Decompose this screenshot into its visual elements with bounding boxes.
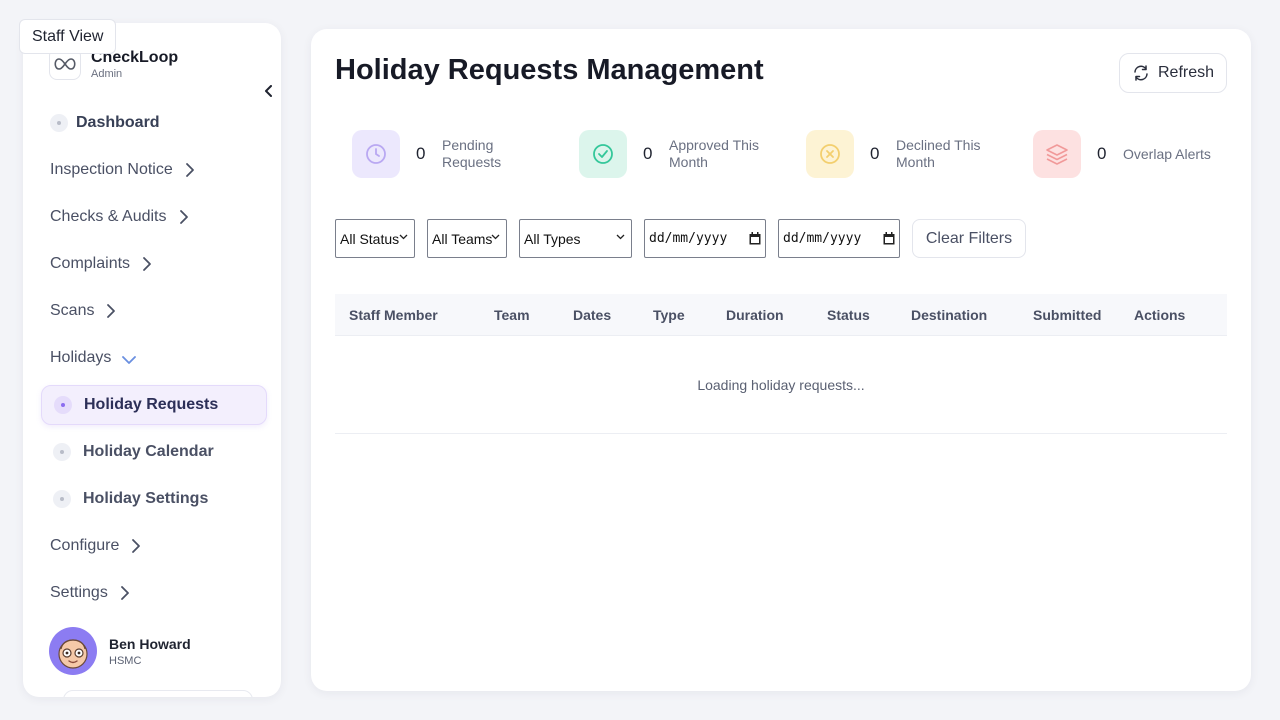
sidebar-item-complaints[interactable]: Complaints	[50, 249, 152, 279]
sidebar-item-label: Complaints	[50, 255, 131, 272]
user-name: Ben Howard	[109, 636, 191, 652]
stat-value: 0	[1097, 144, 1107, 163]
column-header-staff-member[interactable]: Staff Member	[349, 294, 438, 336]
sidebar-item-label: Dashboard	[76, 114, 160, 131]
layers-icon	[1033, 130, 1081, 178]
sidebar-item-settings[interactable]: Settings	[50, 578, 130, 608]
main-panel: Holiday Requests Management Refresh 0 Pe…	[311, 29, 1251, 691]
chevron-right-icon	[143, 257, 151, 271]
column-header-actions: Actions	[1134, 307, 1186, 323]
dot-icon	[53, 490, 71, 508]
chevron-down-icon	[491, 234, 500, 240]
sidebar-item-label: Checks & Audits	[50, 208, 167, 225]
refresh-icon	[1134, 65, 1148, 81]
status-filter-select[interactable]: All Status	[335, 219, 415, 258]
sidebar-item-label: Scans	[50, 302, 95, 319]
stat-pending-requests: 0 Pending Requests	[352, 130, 552, 178]
dot-icon	[53, 443, 71, 461]
stat-label: Declined This Month	[896, 137, 981, 170]
calendar-icon	[883, 232, 895, 245]
status-filter-value: All Status	[340, 230, 400, 247]
sidebar-item-holidays[interactable]: Holidays	[50, 343, 137, 373]
refresh-label: Refresh	[1157, 64, 1215, 81]
staff-view-button[interactable]: Staff View	[19, 19, 117, 54]
stat-overlap-alerts: 0 Overlap Alerts	[1033, 130, 1233, 178]
sidebar-item-holiday-requests[interactable]: Holiday Requests	[41, 385, 267, 425]
team-filter-value: All Teams	[432, 230, 493, 247]
stat-label: Pending Requests	[442, 137, 502, 170]
chevron-down-icon	[122, 355, 137, 364]
sidebar-item-label: Configure	[50, 537, 120, 554]
dot-icon	[50, 114, 68, 132]
sidebar-item-label: Holiday Calendar	[83, 443, 214, 460]
stat-declined-this-month: 0 Declined This Month	[806, 130, 1006, 178]
sidebar-item-holiday-settings[interactable]: Holiday Settings	[41, 479, 267, 519]
team-filter-select[interactable]: All Teams	[427, 219, 507, 258]
column-header-destination[interactable]: Destination	[911, 294, 987, 336]
refresh-button[interactable]: Refresh	[1119, 53, 1227, 93]
sidebar-item-holiday-calendar[interactable]: Holiday Calendar	[41, 432, 267, 472]
collapse-sidebar-button[interactable]	[257, 79, 281, 103]
sidebar-footer-button[interactable]	[63, 690, 253, 697]
sidebar-item-label: Holiday Requests	[84, 396, 219, 413]
sidebar-item-inspection-notice[interactable]: Inspection Notice	[50, 155, 195, 185]
type-filter-value: All Types	[524, 230, 581, 247]
chevron-right-icon	[185, 163, 194, 177]
chevron-down-icon	[616, 234, 625, 240]
stat-label: Overlap Alerts	[1123, 145, 1211, 162]
date-to-placeholder: dd/mm/yyyy	[783, 231, 862, 246]
column-header-submitted[interactable]: Submitted	[1033, 294, 1101, 336]
sidebar-item-label: Holiday Settings	[83, 490, 209, 507]
x-circle-icon	[806, 130, 854, 178]
type-filter-select[interactable]: All Types	[519, 219, 632, 258]
sidebar-item-label: Settings	[50, 584, 108, 601]
user-org: HSMC	[109, 655, 142, 667]
stat-value: 0	[870, 144, 880, 163]
clock-icon	[352, 130, 400, 178]
loading-message: Loading holiday requests...	[697, 377, 865, 393]
column-header-duration[interactable]: Duration	[726, 294, 784, 336]
calendar-icon	[749, 232, 761, 245]
chevron-right-icon	[120, 586, 129, 600]
sidebar-item-dashboard[interactable]: Dashboard	[50, 108, 160, 138]
sidebar-item-configure[interactable]: Configure	[50, 531, 141, 561]
chevron-right-icon	[132, 539, 141, 553]
avatar	[49, 627, 97, 675]
date-from-input[interactable]: dd/mm/yyyy	[644, 219, 766, 258]
clear-filters-button[interactable]: Clear Filters	[912, 219, 1026, 258]
column-header-dates[interactable]: Dates	[573, 294, 611, 336]
stat-value: 0	[416, 144, 426, 163]
column-header-type[interactable]: Type	[653, 294, 685, 336]
user-profile[interactable]: Ben Howard HSMC	[49, 627, 269, 675]
chevron-right-icon	[179, 210, 188, 224]
table-body: Loading holiday requests...	[335, 336, 1227, 434]
brand-role: Admin	[91, 68, 123, 80]
page-title: Holiday Requests Management	[335, 54, 764, 86]
stat-approved-this-month: 0 Approved This Month	[579, 130, 779, 178]
chevron-down-icon	[399, 234, 408, 240]
column-header-team[interactable]: Team	[494, 294, 530, 336]
sidebar-item-scans[interactable]: Scans	[50, 296, 116, 326]
sidebar-item-checks-audits[interactable]: Checks & Audits	[50, 202, 189, 232]
dot-icon	[54, 396, 72, 414]
chevron-left-icon	[265, 85, 272, 97]
chevron-right-icon	[107, 304, 116, 318]
stat-label: Approved This Month	[669, 137, 760, 170]
sidebar: CheckLoop Admin Dashboard Inspection Not…	[23, 23, 281, 697]
check-circle-icon	[579, 130, 627, 178]
brand: CheckLoop Admin	[49, 47, 279, 107]
sidebar-item-label: Holidays	[50, 349, 112, 366]
table-header: Staff Member Team Dates Type Duration St…	[335, 294, 1227, 336]
sidebar-item-label: Inspection Notice	[50, 161, 173, 178]
stat-value: 0	[643, 144, 653, 163]
column-header-status[interactable]: Status	[827, 294, 870, 336]
date-to-input[interactable]: dd/mm/yyyy	[778, 219, 900, 258]
date-from-placeholder: dd/mm/yyyy	[649, 231, 728, 246]
